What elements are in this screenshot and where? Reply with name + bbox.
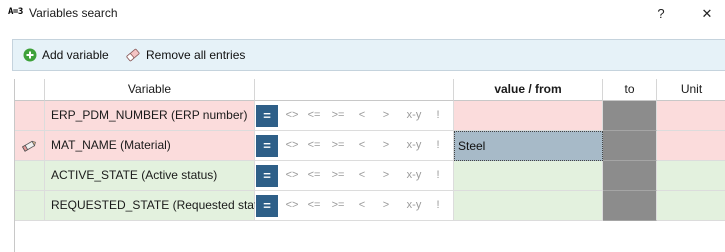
row-header[interactable] — [15, 101, 45, 131]
less-than-operator[interactable]: < — [355, 131, 369, 160]
less-equal-operator[interactable]: <= — [304, 161, 324, 190]
help-button[interactable]: ? — [646, 4, 676, 24]
table-row[interactable]: ERP_PDM_NUMBER (ERP number) = <> <= >= <… — [15, 101, 725, 131]
greater-equal-operator[interactable]: >= — [328, 101, 348, 130]
eraser-icon — [126, 48, 140, 62]
app-icon: A=3 — [8, 7, 23, 17]
value-from-cell[interactable] — [454, 101, 603, 131]
variables-grid: Variable value / from to Unit ERP_PDM_NU… — [14, 79, 725, 252]
column-header-value-from[interactable]: value / from — [454, 79, 603, 101]
unit-cell[interactable] — [657, 101, 725, 131]
row-header[interactable] — [15, 191, 45, 221]
add-variable-label: Add variable — [42, 48, 109, 62]
unit-cell[interactable] — [657, 191, 725, 221]
operator-cell: = <> <= >= < > x-y ! — [255, 161, 454, 191]
variable-name: ACTIVE_STATE (Active status) — [45, 161, 255, 191]
greater-equal-operator[interactable]: >= — [328, 131, 348, 160]
variable-name: MAT_NAME (Material) — [45, 131, 255, 161]
greater-equal-operator[interactable]: >= — [328, 161, 348, 190]
edit-pencil-icon — [22, 140, 36, 152]
add-icon — [23, 48, 37, 62]
range-operator[interactable]: x-y — [402, 131, 426, 160]
operator-cell: = <> <= >= < > x-y ! — [255, 191, 454, 221]
not-equal-operator[interactable]: <> — [282, 101, 302, 130]
not-operator[interactable]: ! — [432, 101, 444, 130]
row-header[interactable] — [15, 161, 45, 191]
unit-cell[interactable] — [657, 131, 725, 161]
range-operator[interactable]: x-y — [402, 101, 426, 130]
range-operator[interactable]: x-y — [402, 191, 426, 220]
equals-operator-button[interactable]: = — [256, 105, 278, 127]
not-operator[interactable]: ! — [432, 131, 444, 160]
not-equal-operator[interactable]: <> — [282, 191, 302, 220]
operator-cell: = <> <= >= < > x-y ! — [255, 101, 454, 131]
header-corner — [15, 79, 45, 101]
not-equal-operator[interactable]: <> — [282, 131, 302, 160]
equals-operator-button[interactable]: = — [256, 165, 278, 187]
not-equal-operator[interactable]: <> — [282, 161, 302, 190]
row-header[interactable] — [15, 131, 45, 161]
variable-name: REQUESTED_STATE (Requested status) — [45, 191, 274, 221]
to-cell — [603, 101, 657, 131]
greater-than-operator[interactable]: > — [379, 161, 393, 190]
to-cell — [603, 191, 657, 221]
greater-than-operator[interactable]: > — [379, 101, 393, 130]
window-title: Variables search — [29, 6, 118, 20]
remove-all-entries-label: Remove all entries — [146, 48, 246, 62]
less-than-operator[interactable]: < — [355, 161, 369, 190]
greater-than-operator[interactable]: > — [379, 131, 393, 160]
equals-operator-button[interactable]: = — [256, 135, 278, 157]
value-from-cell[interactable] — [454, 191, 603, 221]
range-operator[interactable]: x-y — [402, 161, 426, 190]
equals-operator-button[interactable]: = — [256, 195, 278, 217]
less-equal-operator[interactable]: <= — [304, 191, 324, 220]
close-button[interactable]: ✕ — [692, 4, 722, 24]
table-row[interactable]: ACTIVE_STATE (Active status) = <> <= >= … — [15, 161, 725, 191]
to-cell — [603, 161, 657, 191]
to-cell — [603, 131, 657, 161]
remove-all-entries-button[interactable]: Remove all entries — [125, 40, 245, 70]
less-equal-operator[interactable]: <= — [304, 131, 324, 160]
column-header-to[interactable]: to — [603, 79, 657, 101]
greater-than-operator[interactable]: > — [379, 191, 393, 220]
less-than-operator[interactable]: < — [355, 101, 369, 130]
add-variable-button[interactable]: Add variable — [23, 40, 109, 70]
greater-equal-operator[interactable]: >= — [328, 191, 348, 220]
value-from-input[interactable]: Steel — [454, 131, 603, 161]
less-equal-operator[interactable]: <= — [304, 101, 324, 130]
column-header-unit[interactable]: Unit — [657, 79, 725, 101]
not-operator[interactable]: ! — [432, 161, 444, 190]
not-operator[interactable]: ! — [432, 191, 444, 220]
less-than-operator[interactable]: < — [355, 191, 369, 220]
table-row[interactable]: REQUESTED_STATE (Requested status) = <> … — [15, 191, 725, 221]
table-row[interactable]: MAT_NAME (Material) = <> <= >= < > x-y !… — [15, 131, 725, 161]
column-header-operators — [255, 79, 454, 101]
column-header-variable[interactable]: Variable — [45, 79, 255, 101]
toolbar: Add variable Remove all entries — [12, 39, 725, 71]
title-bar: A=3 Variables search ? ✕ — [0, 0, 725, 28]
value-from-cell[interactable] — [454, 161, 603, 191]
unit-cell[interactable] — [657, 161, 725, 191]
variable-name: ERP_PDM_NUMBER (ERP number) — [45, 101, 255, 131]
operator-cell: = <> <= >= < > x-y ! — [255, 131, 454, 161]
